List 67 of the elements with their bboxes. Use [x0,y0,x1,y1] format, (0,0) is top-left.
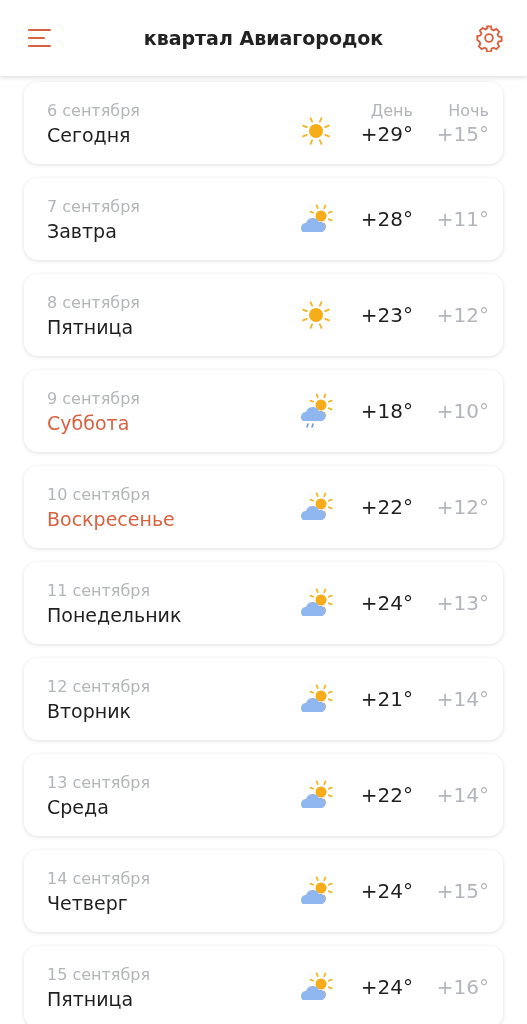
settings-button[interactable] [475,24,503,52]
weekday-name: Суббота [47,411,131,434]
day-temperature: +22° [360,783,413,807]
forecast-date: 7 сентября [47,196,141,216]
night-temperature: +12° [436,495,489,519]
sun-icon [299,114,333,148]
forecast-card[interactable]: 11 сентября Понедельник +24° +13° [24,562,503,644]
forecast-date: 8 сентября [47,292,141,312]
day-temperature: +29° [360,121,413,146]
forecast-card[interactable]: 9 сентября Суббота +18° +10° [24,370,503,452]
forecast-card[interactable]: 12 сентября Вторник +21° +14° [24,658,503,740]
sun-behind-cloud-icon [299,588,333,618]
sun-behind-cloud-icon [299,204,333,234]
day-temperature: +24° [360,879,413,903]
sun-behind-cloud-icon [299,684,333,714]
day-temperature: +24° [360,591,413,615]
sun-behind-cloud-icon [299,972,333,1002]
menu-icon [28,28,52,48]
sun-icon [299,298,333,332]
forecast-date: 14 сентября [47,868,152,888]
forecast-card[interactable]: 15 сентября Пятница +24° +16° [24,946,503,1024]
weekday-name: Пятница [47,987,135,1010]
weekday-name: Понедельник [47,603,183,626]
sun-behind-cloud-icon [299,780,333,810]
weekday-name: Завтра [47,219,118,242]
forecast-card[interactable]: 14 сентября Четверг +24° +15° [24,850,503,932]
weekday-name: Четверг [47,891,129,914]
day-temperature: +21° [360,687,413,711]
menu-button[interactable] [28,28,52,48]
forecast-card[interactable]: 7 сентября Завтра +28° +11° [24,178,503,260]
night-temperature: +13° [436,591,489,615]
weekday-name: Сегодня [47,123,132,146]
forecast-date: 10 сентября [47,484,152,504]
day-temperature: +23° [360,303,413,327]
day-temperature: +24° [360,975,413,999]
forecast-card[interactable]: 13 сентября Среда +22° +14° [24,754,503,836]
sun-behind-cloud-icon [299,492,333,522]
forecast-date: 9 сентября [47,388,141,408]
column-heading: День [370,100,413,120]
day-temperature: +18° [360,399,413,423]
weekday-name: Пятница [47,315,135,338]
forecast-card[interactable]: 6 сентября Сегодня День +29° Ночь +15° [24,82,503,164]
night-temperature: +10° [436,399,489,423]
forecast-date: 6 сентября [47,100,141,120]
column-heading: Ночь [448,100,489,120]
sun-behind-cloud-icon [299,876,333,906]
forecast-date: 13 сентября [47,772,152,792]
night-temperature: +15° [436,879,489,903]
night-temperature: +12° [436,303,489,327]
weekday-name: Вторник [47,699,133,722]
forecast-date: 12 сентября [47,676,152,696]
night-temperature: +14° [436,687,489,711]
night-temperature: +15° [436,121,489,146]
forecast-date: 15 сентября [47,964,152,984]
sun-cloud-rain-icon [299,393,333,429]
day-temperature: +22° [360,495,413,519]
weekday-name: Среда [47,795,110,818]
forecast-card[interactable]: 10 сентября Воскресенье +22° +12° [24,466,503,548]
night-temperature: +14° [436,783,489,807]
forecast-card[interactable]: 8 сентября Пятница +23° +12° [24,274,503,356]
day-temperature: +28° [360,207,413,231]
location-title: квартал Авиагородок [143,27,384,49]
forecast-date: 11 сентября [47,580,152,600]
weekday-name: Воскресенье [47,507,176,530]
night-temperature: +11° [436,207,489,231]
settings-icon [475,24,503,52]
night-temperature: +16° [436,975,489,999]
